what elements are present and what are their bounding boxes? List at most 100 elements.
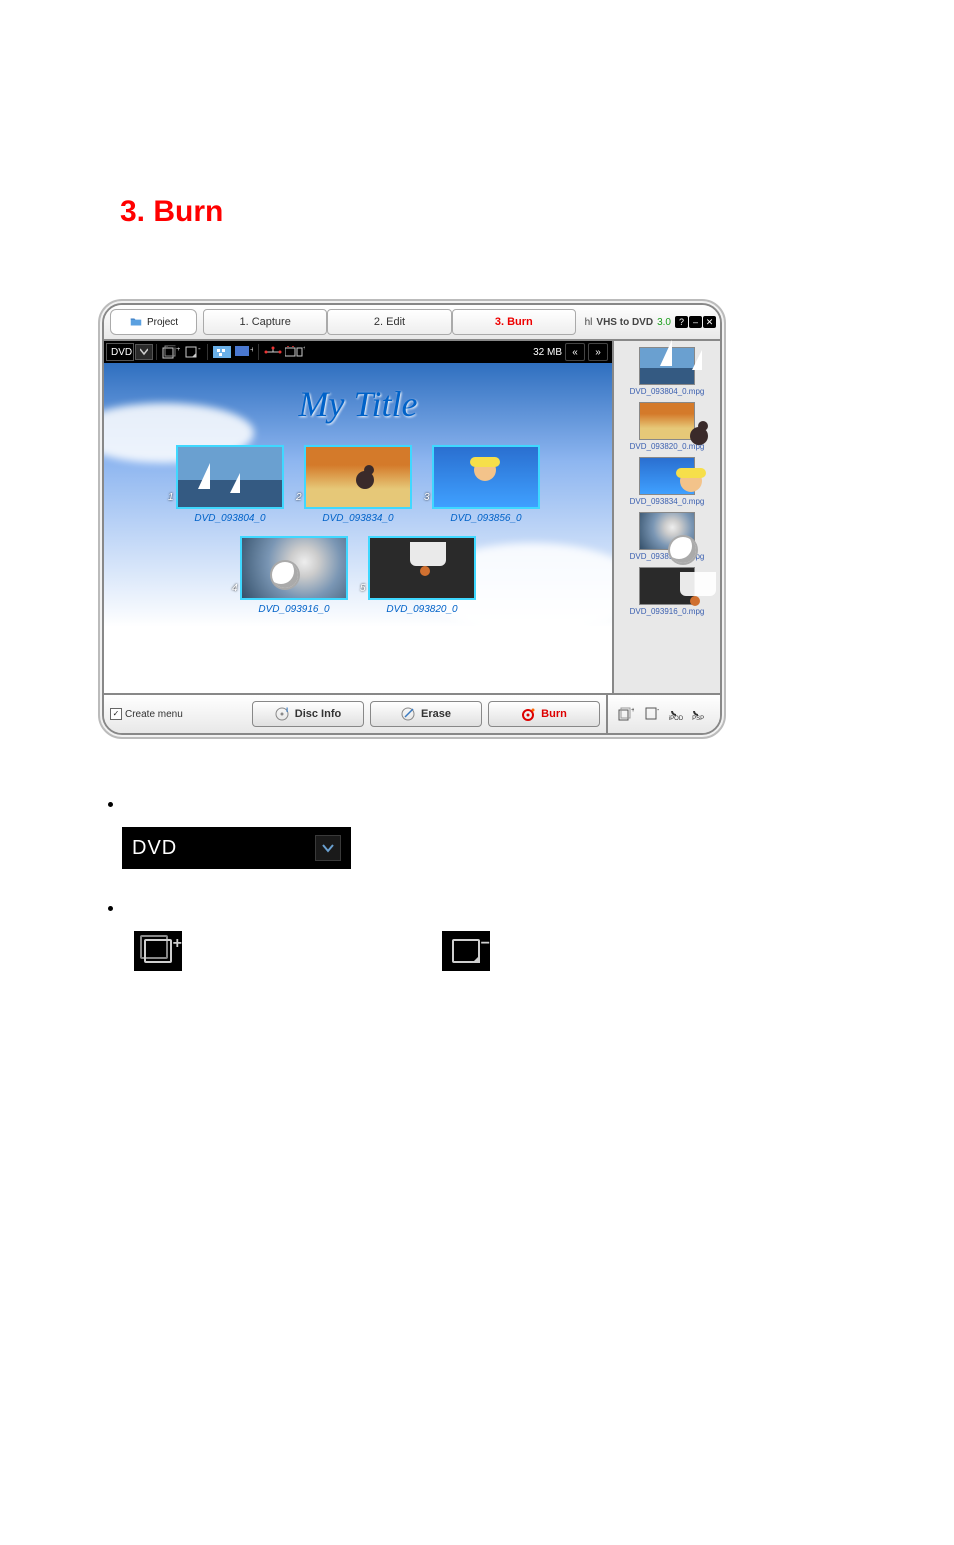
disc-size-label: 32 MB (533, 347, 562, 358)
clip-item[interactable]: DVD_093820_0.mpg (630, 402, 705, 451)
clip-item[interactable]: DVD_093856_0.mpg (630, 512, 705, 561)
clip-filename: DVD_093834_0.mpg (630, 497, 705, 506)
page-minus-icon: - (645, 707, 659, 721)
ipod-button[interactable]: iPOD (669, 706, 683, 722)
menu-title[interactable]: My Title (299, 383, 418, 425)
tab-burn-label: 3. Burn (495, 316, 533, 328)
clip-filename: DVD_093820_0.mpg (630, 442, 705, 451)
app-titlebar-row: Project 1. Capture 2. Edit 3. Burn hl VH… (104, 305, 720, 341)
chapter-label: DVD_093820_0 (386, 604, 457, 615)
brand-name: VHS to DVD (596, 317, 653, 328)
burn-disc-icon (521, 707, 535, 721)
svg-text:-: - (657, 707, 659, 714)
erase-icon (401, 707, 415, 721)
close-button[interactable]: ✕ (703, 316, 716, 328)
chevron-right-icon: » (595, 347, 601, 358)
add-file-button[interactable]: + (617, 706, 635, 722)
project-button-label: Project (147, 317, 178, 328)
minimize-button[interactable]: – (689, 316, 702, 328)
erase-label: Erase (421, 708, 451, 720)
menu-chapter[interactable]: 3 DVD_093856_0 (432, 445, 540, 524)
svg-text:+: + (303, 346, 305, 352)
tab-burn[interactable]: 3. Burn (452, 309, 576, 335)
svg-text:-: - (198, 345, 201, 353)
burn-button[interactable]: Burn (488, 701, 600, 727)
clip-item[interactable]: DVD_093834_0.mpg (630, 457, 705, 506)
format-select-caret[interactable] (135, 344, 153, 360)
menu-chapter[interactable]: 1 DVD_093804_0 (176, 445, 284, 524)
tab-edit[interactable]: 2. Edit (327, 309, 451, 335)
clip-item[interactable]: DVD_093916_0.mpg (630, 567, 705, 616)
chapter-thumbnail (434, 447, 538, 507)
burn-label: Burn (541, 708, 567, 720)
erase-button[interactable]: Erase (370, 701, 482, 727)
page-minus-icon: - (184, 345, 202, 359)
chapter-number: 3 (424, 492, 430, 503)
disc-info-label: Disc Info (295, 708, 341, 720)
inline-add-chapter-icon: + (134, 931, 182, 971)
inline-remove-chapter-icon: − (442, 931, 490, 971)
tab-edit-label: 2. Edit (374, 316, 405, 328)
clip-filename: DVD_093916_0.mpg (630, 607, 705, 616)
svg-text:+: + (631, 707, 634, 714)
chapter-label: DVD_093804_0 (194, 513, 265, 524)
app-screenshot: Project 1. Capture 2. Edit 3. Burn hl VH… (98, 299, 726, 739)
menu-chapter[interactable]: 2 DVD_093834_0 (304, 445, 412, 524)
checkbox-icon: ✓ (110, 708, 122, 720)
bullet-dot-icon (108, 906, 113, 911)
arrange-arrows-icon (264, 346, 282, 358)
psp-label: PSP (692, 716, 704, 722)
help-button[interactable]: ? (675, 316, 688, 328)
page-dash: – (168, 335, 179, 358)
remove-chapter-button[interactable]: - (182, 343, 204, 361)
bottom-bar: ✓ Create menu i Disc Info Erase Burn (104, 693, 720, 733)
theme-button[interactable] (211, 343, 233, 361)
inline-dropdown-caret (315, 835, 341, 861)
page-prev-button[interactable]: « (565, 343, 585, 361)
format-select[interactable]: DVD (106, 343, 134, 361)
page-plus-icon: + (618, 707, 634, 721)
menu-preview: My Title 1 DVD_093804_0 2 DVD_093834_0 (104, 363, 612, 693)
chapter-number: 2 (296, 492, 302, 503)
chapter-thumbnail (306, 447, 410, 507)
chapter-thumbnail (370, 538, 474, 598)
disc-info-button[interactable]: i Disc Info (252, 701, 364, 727)
create-menu-checkbox[interactable]: ✓ Create menu (110, 708, 183, 720)
chevron-down-icon (140, 348, 148, 356)
chapter-number: 5 (360, 583, 366, 594)
clip-thumbnail (639, 457, 695, 495)
chapter-arrange-button[interactable] (262, 343, 284, 361)
svg-text:i: i (286, 707, 288, 714)
chevron-down-icon (322, 843, 334, 853)
bullet-dot-icon (108, 802, 113, 807)
section-heading: 3. Burn (120, 195, 914, 229)
menu-chapter[interactable]: 5 DVD_093820_0 (368, 536, 476, 615)
create-menu-label: Create menu (125, 709, 183, 720)
remove-file-button[interactable]: - (643, 706, 661, 722)
ipod-label: iPOD (669, 716, 683, 722)
format-select-value: DVD (111, 347, 132, 358)
frame-layout-icon: + (285, 346, 305, 358)
chapter-number: 4 (232, 583, 238, 594)
background-button[interactable]: + (233, 343, 255, 361)
chevron-left-icon: « (572, 347, 578, 358)
psp-button[interactable]: PSP (691, 706, 705, 722)
project-button[interactable]: Project (110, 309, 197, 335)
brand-version: 3.0 (657, 317, 671, 328)
bullet-item (108, 795, 878, 807)
tab-capture[interactable]: 1. Capture (203, 309, 327, 335)
folder-icon (129, 315, 143, 329)
cloud-decor (124, 643, 284, 693)
page-next-button[interactable]: » (588, 343, 608, 361)
clip-item[interactable]: DVD_093804_0.mpg (630, 347, 705, 396)
brand-area: hl VHS to DVD 3.0 ? – ✕ (576, 305, 720, 339)
disc-info-icon: i (275, 707, 289, 721)
clip-thumbnail (639, 402, 695, 440)
frame-layout-button[interactable]: + (284, 343, 306, 361)
chapter-thumbnail (242, 538, 346, 598)
clip-thumbnail (639, 512, 695, 550)
chapter-label: DVD_093856_0 (450, 513, 521, 524)
menu-chapter[interactable]: 4 DVD_093916_0 (240, 536, 348, 615)
export-targets: + - iPOD PSP (606, 695, 714, 733)
svg-text:+: + (250, 346, 253, 354)
